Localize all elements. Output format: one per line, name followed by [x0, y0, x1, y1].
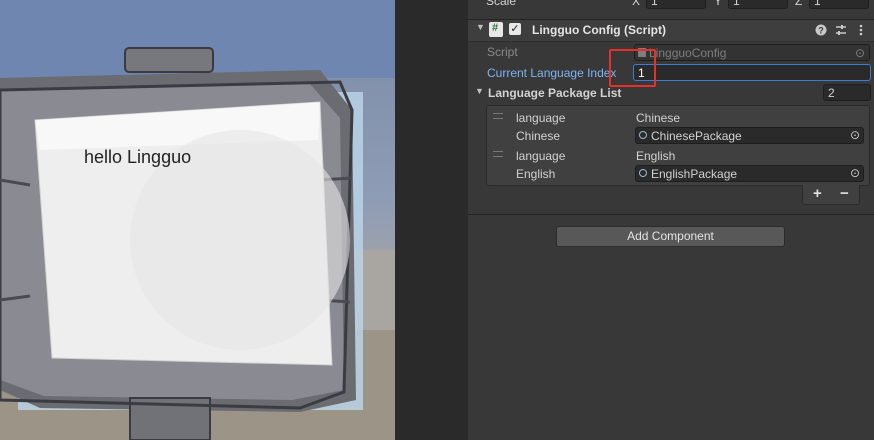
scene-view[interactable]: hello Lingguo	[0, 0, 395, 440]
language-label: language	[516, 111, 566, 125]
language-package-list: language Chinese Chinese ChinesePackage …	[486, 105, 870, 186]
package-field[interactable]: EnglishPackage ⊙	[635, 165, 864, 182]
more-icon[interactable]	[854, 23, 868, 37]
scriptable-object-icon	[639, 169, 647, 177]
language-package-list-header[interactable]: ▼ Language Package List 2	[468, 84, 874, 104]
language-package-list-label: Language Package List	[488, 86, 622, 100]
component-header[interactable]: ▼ # ✓ Lingguo Config (Script) ?	[468, 19, 874, 42]
inspector-panel: Scale X 1 Y 1 Z 1 ▼ # ✓ Lingguo Config (…	[468, 0, 874, 440]
object-picker-icon[interactable]: ⊙	[850, 128, 860, 142]
component-separator	[468, 214, 874, 215]
package-value: ChinesePackage	[651, 129, 742, 143]
list-add-remove: + −	[802, 185, 860, 205]
script-row: Script LingguoConfig ⊙	[468, 43, 874, 63]
script-field: LingguoConfig ⊙	[634, 44, 870, 61]
script-field-value: LingguoConfig	[649, 46, 727, 60]
object-picker-icon[interactable]: ⊙	[850, 166, 860, 180]
svg-text:?: ?	[818, 26, 824, 36]
list-size-field[interactable]: 2	[823, 84, 871, 101]
current-language-index-label: Current Language Index	[487, 66, 617, 80]
language-value: Chinese	[636, 111, 681, 125]
scale-z-label[interactable]: Z	[795, 0, 802, 8]
scale-x-label[interactable]: X	[632, 0, 640, 8]
current-language-index-row: Current Language Index 1	[468, 63, 874, 83]
list-item[interactable]: language English English EnglishPackage …	[487, 144, 869, 182]
scale-label: Scale	[486, 0, 517, 8]
package-label: English	[516, 167, 556, 181]
scale-z-field[interactable]: 1	[809, 0, 869, 9]
highlight-annotation	[609, 49, 656, 87]
add-component-button[interactable]: Add Component	[556, 226, 785, 247]
package-value: EnglishPackage	[651, 167, 738, 181]
script-icon: #	[489, 22, 503, 37]
object-picker-icon: ⊙	[854, 46, 865, 60]
list-item[interactable]: language Chinese Chinese ChinesePackage …	[487, 106, 869, 144]
component-title: Lingguo Config (Script)	[532, 23, 666, 37]
drag-handle-icon[interactable]	[493, 113, 503, 119]
help-icon[interactable]: ?	[814, 23, 828, 37]
remove-element-button[interactable]: −	[840, 185, 849, 202]
current-language-index-field[interactable]: 1	[633, 64, 871, 81]
package-label: Chinese	[516, 129, 561, 143]
enabled-checkbox[interactable]: ✓	[509, 23, 521, 35]
scriptable-object-icon	[639, 131, 647, 139]
list-foldout-arrow-icon[interactable]: ▼	[475, 86, 484, 96]
scale-y-label[interactable]: Y	[714, 0, 722, 8]
sign-text: hello Lingguo	[84, 147, 192, 167]
language-label: language	[516, 149, 566, 163]
stone-sign	[0, 0, 395, 440]
scale-row: Scale X 1 Y 1 Z 1	[468, 0, 874, 14]
preset-icon[interactable]	[834, 23, 848, 37]
drag-handle-icon[interactable]	[493, 151, 503, 157]
panel-divider	[395, 0, 468, 440]
scale-x-field[interactable]: 1	[646, 0, 706, 9]
language-value: English	[636, 149, 676, 163]
add-element-button[interactable]: +	[813, 185, 822, 202]
foldout-arrow-icon[interactable]: ▼	[476, 22, 485, 32]
scale-y-field[interactable]: 1	[728, 0, 788, 9]
package-field[interactable]: ChinesePackage ⊙	[635, 127, 864, 144]
script-label: Script	[487, 45, 518, 59]
